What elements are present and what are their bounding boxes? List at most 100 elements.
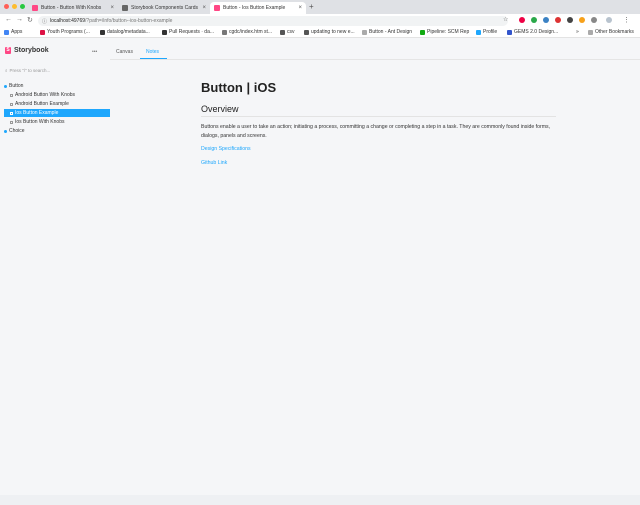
bottom-strip [0,495,640,505]
bookmark-icon [280,29,285,35]
bookmark-label: Apps [11,29,23,35]
design-specifications-link[interactable]: Design Specifications [201,146,251,152]
bookmark-label: csv [287,29,295,35]
bookmark-item[interactable]: datalog/metadata... [100,29,150,35]
extension-icon[interactable] [543,17,549,23]
star-icon[interactable]: ☆ [503,16,508,23]
sidebar-item-android-button-with-knobs[interactable]: Android Button With Knobs [4,91,108,99]
url-input[interactable]: ⓘ localhost:49769 /?path=/info/button--i… [38,16,508,26]
browser-tab-active[interactable]: Button - Ios Button Example × [210,2,306,14]
close-icon[interactable]: × [298,5,302,11]
bookmark-label: GEMS 2.0 Design... [514,29,559,35]
bookmark-item[interactable]: cgdc/index.htm st... [222,29,272,35]
heading-divider [201,116,556,117]
bookmark-label: Pull Requests · da... [169,29,215,35]
storybook-logo[interactable]: S Storybook [5,47,49,54]
bookmark-icon [304,29,309,35]
sidebar-item-android-button-example[interactable]: Android Button Example [4,100,108,108]
bookmark-label: datalog/metadata... [107,29,150,35]
sidebar-item-choice[interactable]: Choice [4,127,108,135]
bookmark-label: Youth Programs (... [47,29,90,35]
bookmarks-bar: Apps Youth Programs (... datalog/metadat… [0,27,640,38]
bookmark-item[interactable]: Other Bookmarks [588,29,634,35]
bookmark-label: Profile [483,29,498,35]
bookmark-icon [476,29,481,35]
sidebar-menu-button[interactable]: ••• [92,49,97,55]
component-icon [4,84,7,88]
bookmark-label: Other Bookmarks [595,29,634,35]
bookmark-overflow-icon[interactable]: » [576,29,579,35]
url-path: /?path=/info/button--ios-button-example [85,18,173,24]
section-heading: Overview [201,104,239,114]
close-window-button[interactable] [4,4,9,9]
browser-tab-strip: Button - Button With Knobs × Storybook C… [0,0,640,14]
tab-label: Storybook Components Cards [131,5,198,11]
bookmark-item[interactable]: Button - Ant Design [362,29,412,35]
bookmark-item[interactable]: csv [280,29,295,35]
maximize-window-button[interactable] [20,4,25,9]
sidebar-item-label: Ios Button With Knobs [15,119,65,125]
apps-icon [4,29,9,35]
back-arrow-icon[interactable]: ← [5,16,12,23]
reload-icon[interactable]: ↻ [27,16,33,24]
bookmark-icon [420,29,425,35]
bookmark-item[interactable]: GEMS 2.0 Design... [507,29,558,35]
bookmark-label: Pipeline: SCM Rep [427,29,470,35]
bookmark-icon [40,29,45,35]
tab-canvas[interactable]: Canvas [116,49,133,55]
github-icon [162,29,167,35]
bookmark-icon [362,29,367,35]
bookmark-icon [507,29,512,35]
tab-label: Button - Ios Button Example [223,5,286,11]
more-menu-icon[interactable]: ⋮ [623,16,630,24]
sidebar-item-label: Button [9,83,24,89]
extension-icon[interactable] [519,17,525,23]
close-icon[interactable]: × [110,5,114,11]
folder-icon [588,29,593,35]
browser-tab[interactable]: Storybook Components Cards × [118,2,210,14]
bookmark-label: updating to new e... [311,29,355,35]
component-icon [4,129,7,133]
bookmark-icon [222,29,227,35]
tab-notes[interactable]: Notes [146,49,159,55]
extension-icon[interactable] [567,17,573,23]
search-icon: ⌕ [5,68,8,73]
sidebar-item-ios-button-with-knobs[interactable]: Ios Button With Knobs [4,118,108,126]
window-controls[interactable] [4,4,25,9]
divider [110,59,640,60]
profile-avatar[interactable] [606,17,612,23]
extension-icon[interactable] [555,17,561,23]
extension-icon[interactable] [579,17,585,23]
bookmark-item[interactable]: Pull Requests · da... [162,29,214,35]
bookmark-item[interactable]: Apps [4,29,22,35]
new-tab-button[interactable]: + [309,2,314,11]
tab-label: Button - Button With Knobs [41,5,102,11]
sidebar-item-label: Ios Button Example [15,110,59,116]
url-host: localhost:49769 [50,18,86,24]
sidebar-item-ios-button-example[interactable]: Ios Button Example [4,109,110,117]
github-icon [100,29,105,35]
search-placeholder: Press "/" to search... [9,68,51,73]
close-icon[interactable]: × [202,5,206,11]
page-favicon-icon [122,5,128,11]
storybook-header: S Storybook ••• Canvas Notes [0,45,640,59]
story-icon [10,120,13,124]
github-link[interactable]: Github Link [201,160,227,166]
bookmark-item[interactable]: Pipeline: SCM Rep [420,29,469,35]
address-bar-row: ← → ↻ ⓘ localhost:49769 /?path=/info/but… [0,14,640,27]
story-icon [10,93,13,97]
bookmark-item[interactable]: updating to new e... [304,29,355,35]
bookmark-item[interactable]: Profile [476,29,497,35]
browser-tab[interactable]: Button - Button With Knobs × [28,2,118,14]
info-icon: ⓘ [42,18,48,25]
extensions-puzzle-icon[interactable] [591,17,597,23]
forward-arrow-icon[interactable]: → [16,16,23,23]
description-paragraph: Buttons enable a user to take an action;… [201,124,551,139]
search-input[interactable]: ⌕ Press "/" to search... [5,67,105,74]
story-icon [10,111,13,115]
page-title: Button | iOS [201,80,277,95]
bookmark-item[interactable]: Youth Programs (... [40,29,90,35]
minimize-window-button[interactable] [12,4,17,9]
sidebar-item-button[interactable]: Button [4,82,108,90]
extension-icon[interactable] [531,17,537,23]
